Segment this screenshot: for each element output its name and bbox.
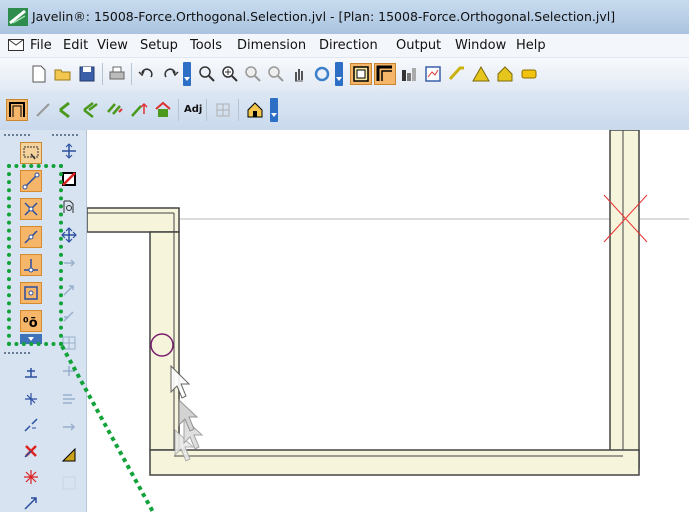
bar-chart-icon[interactable]: [398, 63, 420, 85]
delete-icon[interactable]: [20, 440, 42, 462]
mirror-icon[interactable]: [58, 444, 80, 466]
menu-tools[interactable]: Tools: [190, 38, 222, 53]
move-icon[interactable]: [128, 99, 150, 121]
zoom-window-icon[interactable]: [196, 63, 218, 85]
menu-bar: File Edit View Setup Tools Dimension Dir…: [0, 34, 689, 58]
plan-drawing: [87, 130, 689, 476]
grid-snap-icon[interactable]: [58, 472, 80, 494]
separator: [178, 99, 179, 121]
wall-view-icon[interactable]: [350, 63, 372, 85]
report-icon[interactable]: [422, 63, 444, 85]
drawing-toolbar: Adj: [0, 90, 689, 131]
menu-window[interactable]: Window: [455, 38, 506, 53]
stretch-icon[interactable]: [58, 252, 80, 274]
window-title: Javelin®: 15008-Force.Orthogonal.Selecti…: [32, 9, 616, 24]
intersection-snap-icon[interactable]: [20, 198, 42, 220]
tag-icon[interactable]: [518, 63, 540, 85]
separator: [131, 63, 132, 85]
wall-top-left: [87, 207, 180, 233]
palette-grip[interactable]: [4, 134, 32, 136]
refresh-icon[interactable]: [311, 63, 333, 85]
palette-grip: [4, 352, 32, 354]
separator: [238, 99, 239, 121]
toolbar-options-dropdown[interactable]: [270, 98, 278, 122]
roof-tool-icon[interactable]: [244, 99, 266, 121]
toolbar-options-dropdown[interactable]: [335, 62, 343, 86]
orthogonal-force-icon[interactable]: ⁰ō: [20, 310, 42, 332]
wall-left: [149, 231, 180, 451]
menu-dimension[interactable]: Dimension: [237, 38, 306, 53]
window-view-icon[interactable]: [374, 63, 396, 85]
break-icon[interactable]: [20, 414, 42, 436]
pan-icon[interactable]: [288, 63, 310, 85]
javelin-app-icon[interactable]: [8, 8, 28, 26]
toolbar-options-dropdown[interactable]: [183, 62, 191, 86]
split-icon[interactable]: [58, 332, 80, 354]
join-icon[interactable]: [58, 360, 80, 382]
svg-text:⁰ō: ⁰ō: [23, 316, 38, 330]
plan-canvas[interactable]: [87, 130, 689, 512]
undo-icon[interactable]: [135, 63, 157, 85]
wall-bottom: [149, 449, 640, 476]
house-icon[interactable]: [494, 63, 516, 85]
separator: [206, 99, 207, 121]
open-icon[interactable]: [52, 63, 74, 85]
separator: [102, 63, 103, 85]
offset-icon[interactable]: [56, 99, 78, 121]
grid-icon[interactable]: [212, 99, 234, 121]
extend-icon[interactable]: [20, 388, 42, 410]
center-snap-icon[interactable]: [20, 282, 42, 304]
perpendicular-snap-icon[interactable]: [20, 254, 42, 276]
draw-icon[interactable]: [32, 99, 54, 121]
wall-right: [609, 130, 640, 469]
menu-setup[interactable]: Setup: [140, 38, 178, 53]
roof-icon[interactable]: [446, 63, 468, 85]
arrow-right-icon[interactable]: [58, 388, 80, 410]
ruler-icon[interactable]: [58, 416, 80, 438]
save-icon[interactable]: [76, 63, 98, 85]
select-window-icon[interactable]: [20, 142, 42, 164]
main-toolbar: [0, 58, 689, 91]
menu-file[interactable]: File: [30, 38, 52, 53]
copy-arrows-icon[interactable]: [58, 280, 80, 302]
endpoint-snap-icon[interactable]: [20, 170, 42, 192]
offset2-icon[interactable]: [80, 99, 102, 121]
snap-palette: ⁰ō: [0, 130, 87, 512]
zoom-extents-icon[interactable]: [265, 63, 287, 85]
menu-help[interactable]: Help: [516, 38, 546, 53]
midpoint-snap-icon[interactable]: [20, 226, 42, 248]
new-icon[interactable]: [28, 63, 50, 85]
trim-icon[interactable]: [20, 362, 42, 384]
zoom-out-icon[interactable]: [242, 63, 264, 85]
cross-icon[interactable]: [20, 466, 42, 488]
arrow-icon[interactable]: [20, 492, 42, 514]
find-icon[interactable]: [58, 196, 80, 218]
menu-view[interactable]: View: [97, 38, 128, 53]
title-bar: Javelin®: 15008-Force.Orthogonal.Selecti…: [0, 0, 689, 35]
no-select-icon[interactable]: [58, 168, 80, 190]
menu-edit[interactable]: Edit: [63, 38, 88, 53]
warning-icon[interactable]: [470, 63, 492, 85]
expand-icon[interactable]: [20, 334, 42, 344]
document-window-icon[interactable]: [8, 39, 24, 51]
adjust-button[interactable]: Adj: [184, 104, 202, 115]
print-icon[interactable]: [106, 63, 128, 85]
move-arrows-icon[interactable]: [58, 224, 80, 246]
redo-icon[interactable]: [160, 63, 182, 85]
copy-icon[interactable]: [104, 99, 126, 121]
elevation-icon[interactable]: [152, 99, 174, 121]
move-cross-icon[interactable]: [58, 140, 80, 162]
plan-icon[interactable]: [6, 99, 28, 121]
palette-grip[interactable]: [52, 134, 80, 136]
align-icon[interactable]: [58, 306, 80, 328]
zoom-in-icon[interactable]: [219, 63, 241, 85]
menu-direction[interactable]: Direction: [319, 38, 378, 53]
menu-output[interactable]: Output: [396, 38, 441, 53]
